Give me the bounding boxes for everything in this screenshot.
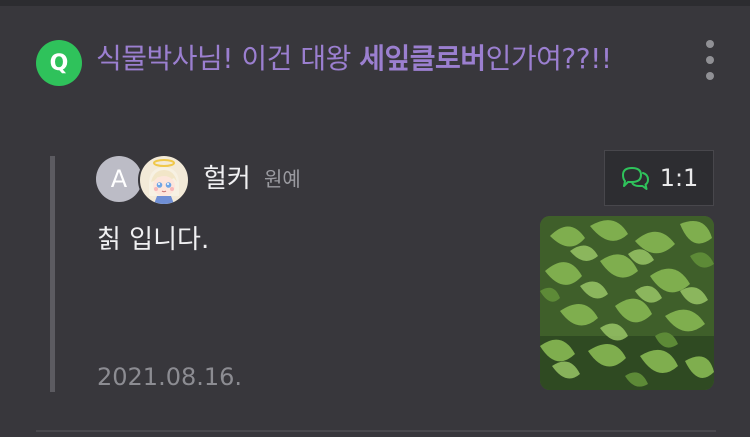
author-name[interactable]: 헐커	[203, 160, 251, 198]
chat-bubbles-icon	[621, 167, 649, 190]
more-vertical-icon[interactable]	[701, 40, 719, 80]
kebab-dot	[706, 56, 714, 64]
kebab-dot	[706, 40, 714, 48]
answer-date: 2021.08.16.	[97, 363, 243, 391]
question-title[interactable]: 식물박사님! 이건 대왕 세잎클로버인가여??!!	[96, 36, 681, 82]
character-illustration	[148, 159, 180, 204]
answer-quote-bar	[50, 156, 55, 392]
chat-button-label: 1:1	[659, 164, 699, 192]
answer-text: 칡 입니다.	[97, 225, 210, 255]
question-title-part2: 인가여??!!	[485, 42, 612, 75]
one-to-one-chat-button[interactable]: 1:1	[604, 150, 714, 206]
answer-photo-thumbnail[interactable]	[540, 216, 714, 390]
question-title-part1: 식물박사님! 이건 대왕	[96, 42, 360, 75]
question-badge: Q	[36, 40, 82, 86]
avatar[interactable]: A	[96, 156, 142, 202]
kebab-dot	[706, 72, 714, 80]
author-profile-image[interactable]	[138, 154, 190, 206]
question-title-keyword: 세잎클로버	[359, 42, 486, 75]
kudzu-leaves-photo	[540, 216, 714, 390]
author-tag: 원예	[264, 167, 301, 191]
top-divider	[0, 0, 750, 6]
bottom-divider	[36, 430, 716, 432]
